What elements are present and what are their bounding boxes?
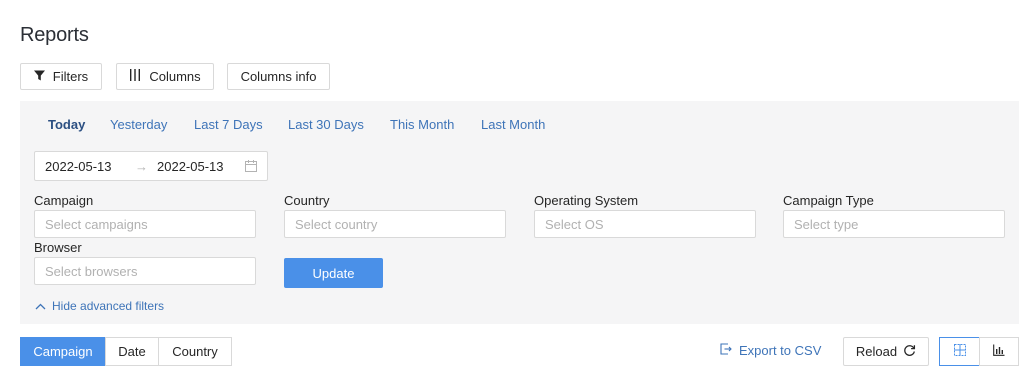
- chart-view-button[interactable]: [979, 337, 1019, 366]
- calendar-icon[interactable]: [245, 160, 257, 172]
- campaign-type-label: Campaign Type: [783, 193, 874, 208]
- group-by-date[interactable]: Date: [105, 337, 159, 366]
- filters-button[interactable]: Filters: [20, 63, 102, 90]
- page-title: Reports: [20, 24, 89, 46]
- campaign-select[interactable]: Select campaigns: [34, 210, 256, 238]
- export-icon: [720, 343, 732, 358]
- preset-this-month[interactable]: This Month: [390, 117, 454, 132]
- hide-advanced-filters-label: Hide advanced filters: [52, 299, 165, 313]
- preset-last-month[interactable]: Last Month: [481, 117, 545, 132]
- export-csv-link[interactable]: Export to CSV: [720, 343, 821, 358]
- columns-icon: [129, 69, 141, 84]
- bar-chart-icon: [993, 344, 1005, 359]
- columns-button-label: Columns: [149, 69, 201, 84]
- preset-last-30-days[interactable]: Last 30 Days: [288, 117, 364, 132]
- start-date-input[interactable]: 2022-05-13: [45, 159, 112, 174]
- campaign-type-select[interactable]: Select type: [783, 210, 1005, 238]
- preset-yesterday[interactable]: Yesterday: [110, 117, 167, 132]
- table-icon: [953, 344, 966, 359]
- reload-button[interactable]: Reload: [843, 337, 929, 366]
- hide-advanced-filters-link[interactable]: Hide advanced filters: [35, 299, 164, 313]
- preset-today[interactable]: Today: [48, 117, 85, 132]
- chevron-up-icon: [35, 299, 46, 313]
- reload-button-label: Reload: [855, 344, 898, 359]
- export-csv-label: Export to CSV: [739, 343, 822, 358]
- columns-button[interactable]: Columns: [116, 63, 214, 90]
- group-by-selector: Campaign Date Country: [20, 337, 232, 366]
- os-label: Operating System: [534, 193, 639, 208]
- os-select[interactable]: Select OS: [534, 210, 756, 238]
- table-view-button[interactable]: [939, 337, 980, 366]
- group-by-country[interactable]: Country: [158, 337, 232, 366]
- date-range-picker[interactable]: 2022-05-13 → 2022-05-13: [34, 151, 268, 181]
- group-by-campaign[interactable]: Campaign: [20, 337, 106, 366]
- browser-label: Browser: [34, 240, 82, 255]
- end-date-input[interactable]: 2022-05-13: [157, 159, 224, 174]
- browser-select[interactable]: Select browsers: [34, 257, 256, 285]
- campaign-label: Campaign: [34, 193, 94, 208]
- reload-icon: [903, 344, 916, 360]
- filters-button-label: Filters: [52, 69, 89, 84]
- columns-info-button[interactable]: Columns info: [227, 63, 330, 90]
- country-select[interactable]: Select country: [284, 210, 506, 238]
- preset-last-7-days[interactable]: Last 7 Days: [194, 117, 263, 132]
- columns-info-button-label: Columns info: [240, 69, 317, 84]
- filter-icon: [33, 69, 45, 84]
- range-arrow-icon: →: [135, 158, 148, 174]
- update-button[interactable]: Update: [284, 258, 383, 288]
- country-label: Country: [284, 193, 330, 208]
